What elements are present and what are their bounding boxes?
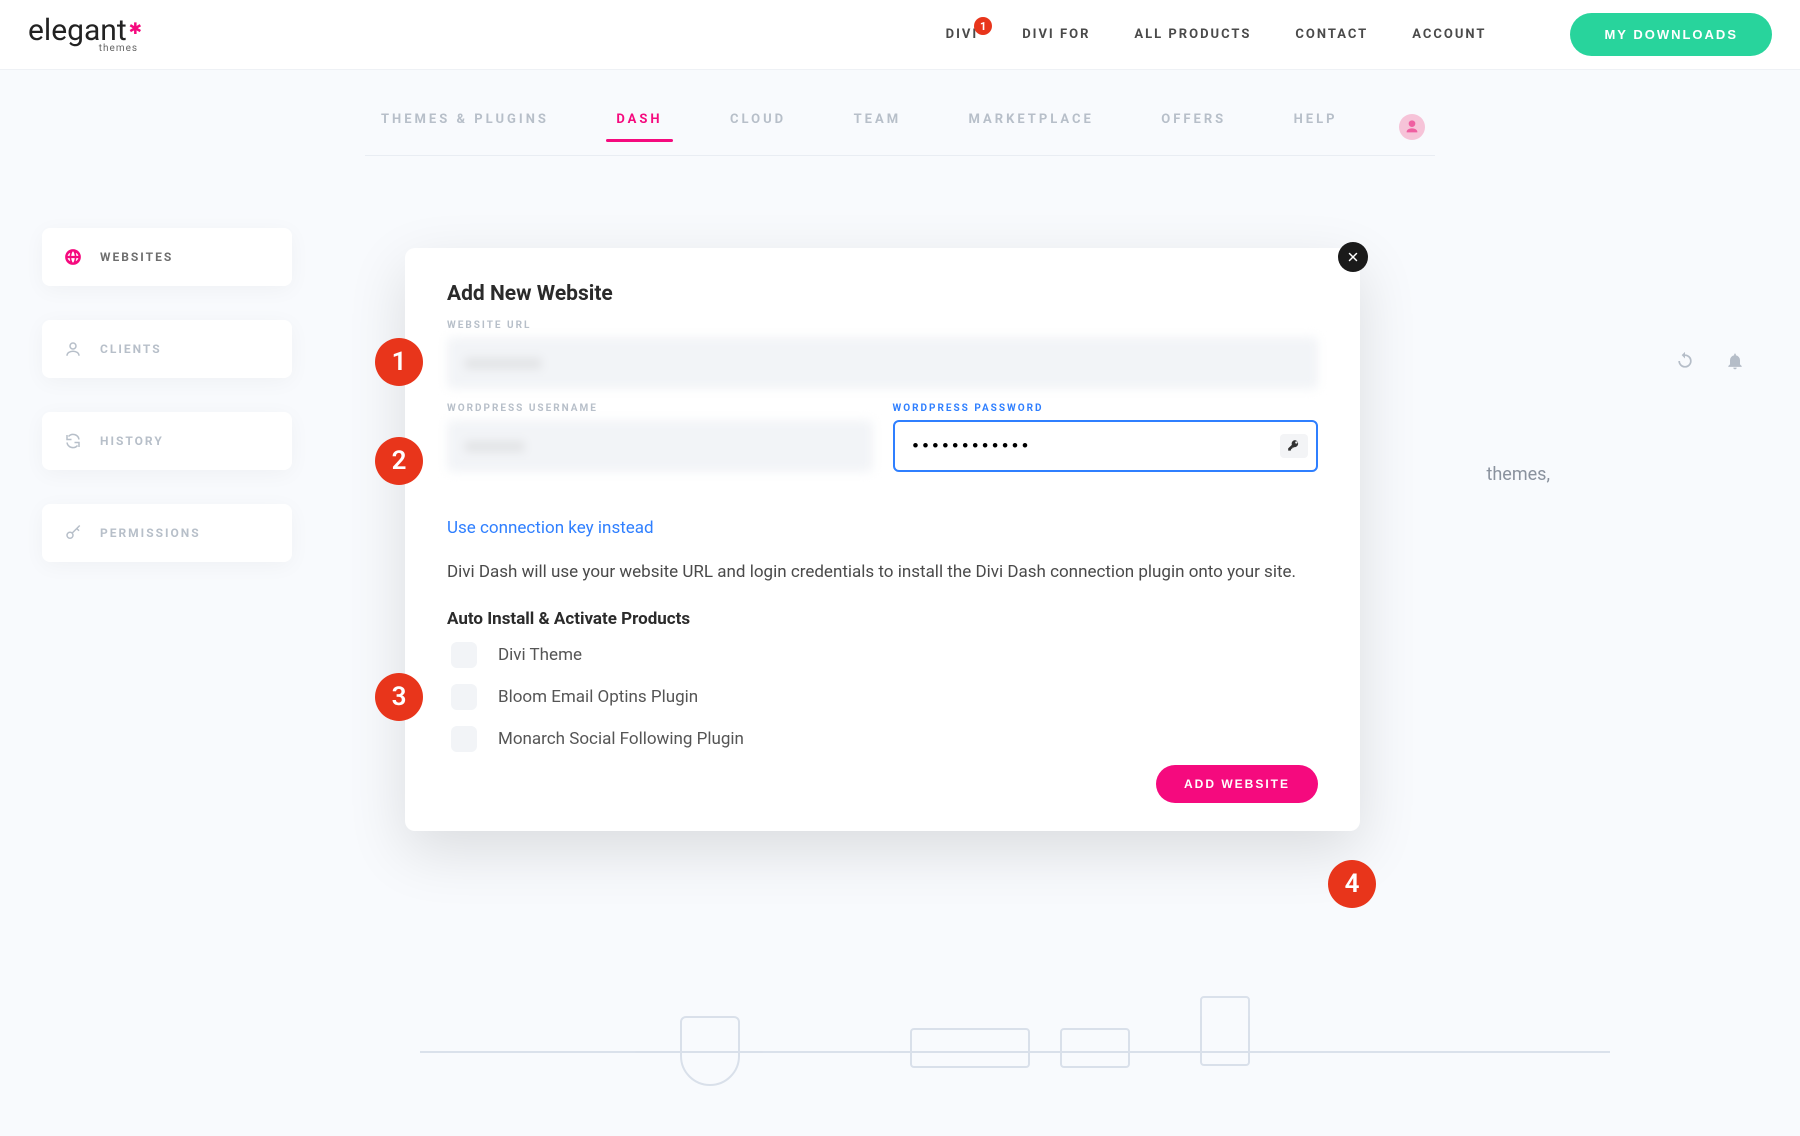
- sidebar-item-websites[interactable]: WEBSITES: [42, 228, 292, 286]
- close-button[interactable]: [1338, 242, 1368, 272]
- close-icon: [1346, 250, 1360, 264]
- sidebar-label: CLIENTS: [100, 342, 162, 356]
- refresh-icon: [64, 432, 82, 450]
- tab-help[interactable]: HELP: [1288, 112, 1344, 141]
- sidebar-item-clients[interactable]: CLIENTS: [42, 320, 292, 378]
- add-website-modal: Add New Website WEBSITE URL WORDPRESS US…: [405, 248, 1360, 831]
- modal-title: Add New Website: [447, 282, 1318, 306]
- website-url-input[interactable]: [447, 337, 1318, 389]
- bell-icon[interactable]: [1725, 351, 1745, 375]
- username-label: WORDPRESS USERNAME: [447, 403, 873, 414]
- nav-item-account[interactable]: ACCOUNT: [1412, 27, 1486, 42]
- tab-marketplace[interactable]: MARKETPLACE: [963, 112, 1100, 141]
- sub-nav-wrap: THEMES & PLUGINS DASH CLOUD TEAM MARKETP…: [0, 70, 1800, 156]
- check-bloom[interactable]: [451, 684, 477, 710]
- brand-subword: themes: [28, 44, 140, 53]
- nav-item-contact[interactable]: CONTACT: [1295, 27, 1368, 42]
- sidebar-item-permissions[interactable]: PERMISSIONS: [42, 504, 292, 562]
- brand-star-icon: ✱: [129, 19, 142, 38]
- refresh-icon[interactable]: [1675, 351, 1695, 375]
- check-monarch[interactable]: [451, 726, 477, 752]
- profile-avatar[interactable]: [1399, 114, 1425, 140]
- sidebar-label: WEBSITES: [100, 250, 173, 264]
- tab-themes-plugins[interactable]: THEMES & PLUGINS: [375, 112, 555, 141]
- top-bar: elegant✱ themes DIVI 1 DIVI FOR ALL PROD…: [0, 0, 1800, 70]
- nav-badge: 1: [974, 17, 992, 35]
- check-label: Bloom Email Optins Plugin: [498, 687, 698, 707]
- brand-logo[interactable]: elegant✱ themes: [28, 17, 140, 53]
- wp-username-input[interactable]: [447, 420, 873, 472]
- content-action-icons: [1675, 351, 1745, 375]
- page-body: WEBSITES CLIENTS HISTORY PERMISSIONS the…: [0, 156, 1800, 216]
- auto-install-title: Auto Install & Activate Products: [447, 609, 1318, 629]
- sidebar-label: PERMISSIONS: [100, 526, 201, 540]
- add-website-button[interactable]: ADD WEBSITE: [1156, 765, 1318, 803]
- person-icon: [1404, 119, 1420, 135]
- wp-password-input[interactable]: [893, 420, 1319, 472]
- my-downloads-button[interactable]: MY DOWNLOADS: [1570, 13, 1772, 56]
- password-manager-icon[interactable]: [1280, 434, 1308, 458]
- annotation-4: 4: [1328, 860, 1376, 908]
- primary-nav: DIVI 1 DIVI FOR ALL PRODUCTS CONTACT ACC…: [946, 13, 1772, 56]
- tab-cloud[interactable]: CLOUD: [724, 112, 792, 141]
- sidebar-label: HISTORY: [100, 434, 164, 448]
- tab-team[interactable]: TEAM: [848, 112, 907, 141]
- check-label: Monarch Social Following Plugin: [498, 729, 744, 749]
- password-label: WORDPRESS PASSWORD: [893, 403, 1319, 414]
- product-checkboxes: Divi Theme Bloom Email Optins Plugin Mon…: [447, 639, 1318, 755]
- nav-label: DIVI: [946, 27, 979, 42]
- nav-item-divi-for[interactable]: DIVI FOR: [1022, 27, 1090, 42]
- check-label: Divi Theme: [498, 645, 582, 665]
- nav-item-divi[interactable]: DIVI 1: [946, 27, 979, 42]
- nav-item-all-products[interactable]: ALL PRODUCTS: [1134, 27, 1251, 42]
- key-icon: [64, 524, 82, 542]
- sidebar-item-history[interactable]: HISTORY: [42, 412, 292, 470]
- background-illustration: [420, 916, 1610, 1136]
- tab-dash[interactable]: DASH: [610, 112, 668, 141]
- background-content-hint: themes,: [1486, 464, 1550, 485]
- url-label: WEBSITE URL: [447, 320, 1318, 331]
- check-divi-theme[interactable]: [451, 642, 477, 668]
- tab-offers[interactable]: OFFERS: [1155, 112, 1232, 141]
- connection-key-link[interactable]: Use connection key instead: [447, 518, 654, 538]
- dash-sidebar: WEBSITES CLIENTS HISTORY PERMISSIONS: [42, 228, 292, 562]
- user-icon: [64, 340, 82, 358]
- globe-icon: [64, 248, 82, 266]
- modal-description: Divi Dash will use your website URL and …: [447, 560, 1318, 585]
- sub-nav: THEMES & PLUGINS DASH CLOUD TEAM MARKETP…: [365, 112, 1435, 156]
